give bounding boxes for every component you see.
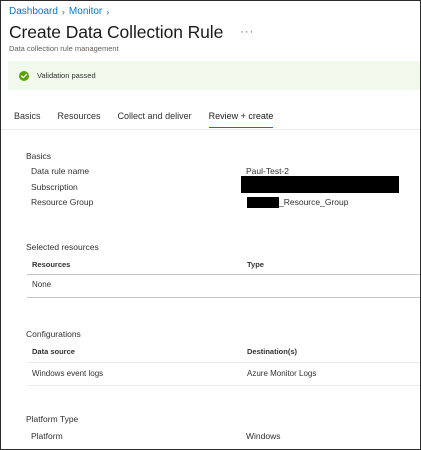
- table-header-divider: [27, 274, 420, 275]
- column-header-resources: Resources: [32, 260, 71, 269]
- window-frame: Dashboard › Monitor › Create Data Collec…: [0, 0, 421, 450]
- more-options-icon[interactable]: ···: [240, 26, 254, 38]
- configurations-heading: Configurations: [26, 329, 81, 339]
- redacted-subscription: [241, 176, 399, 193]
- validation-banner: Validation passed: [8, 61, 420, 90]
- tab-resources[interactable]: Resources: [58, 111, 101, 128]
- page-subtitle: Data collection rule management: [9, 44, 119, 53]
- title-row: Create Data Collection Rule ···: [9, 22, 254, 43]
- tab-basics[interactable]: Basics: [14, 111, 41, 128]
- column-header-type: Type: [247, 260, 264, 269]
- chevron-right-icon: ›: [61, 6, 65, 17]
- resource-group-value: _Resource_Group: [279, 197, 349, 207]
- resource-group-label: Resource Group: [31, 197, 94, 207]
- data-rule-name-value: Paul-Test-2: [246, 166, 289, 176]
- table-row-divider: [27, 297, 420, 298]
- data-source-cell: Windows event logs: [32, 369, 104, 378]
- redacted-resource-group-prefix: [247, 197, 279, 208]
- destination-cell: Azure Monitor Logs: [247, 369, 317, 378]
- basics-heading: Basics: [26, 151, 52, 161]
- resources-cell: None: [32, 280, 52, 289]
- breadcrumb: Dashboard › Monitor ›: [9, 6, 109, 17]
- breadcrumb-link-monitor[interactable]: Monitor: [69, 6, 102, 17]
- tab-bar: Basics Resources Collect and deliver Rev…: [14, 111, 290, 128]
- column-header-data-source: Data source: [32, 347, 75, 356]
- chevron-right-icon: ›: [106, 6, 110, 17]
- success-check-icon: [19, 70, 29, 81]
- platform-type-heading: Platform Type: [26, 414, 79, 424]
- subscription-label: Subscription: [31, 182, 78, 192]
- table-row-divider: [27, 385, 420, 386]
- tab-collect-and-deliver[interactable]: Collect and deliver: [118, 111, 192, 128]
- validation-message: Validation passed: [37, 71, 96, 80]
- page-title: Create Data Collection Rule: [9, 22, 224, 42]
- platform-label: Platform: [31, 431, 63, 441]
- platform-value: Windows: [246, 431, 281, 441]
- column-header-destinations: Destination(s): [247, 347, 298, 356]
- breadcrumb-link-dashboard[interactable]: Dashboard: [9, 6, 58, 17]
- table-header-divider: [27, 362, 420, 363]
- data-rule-name-label: Data rule name: [31, 166, 90, 176]
- selected-resources-heading: Selected resources: [26, 242, 99, 252]
- tab-divider: [1, 129, 420, 130]
- tab-review-create[interactable]: Review + create: [208, 111, 274, 128]
